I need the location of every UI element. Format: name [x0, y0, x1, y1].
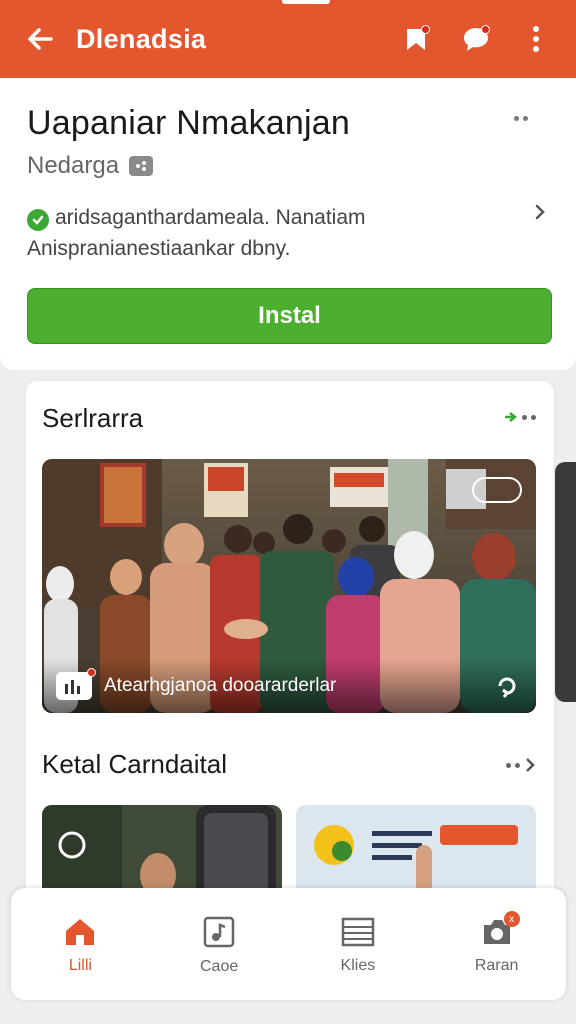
- rotate-icon[interactable]: [492, 671, 522, 701]
- photo-caption-text: Atearhgjanoa dooararderlar: [104, 675, 337, 696]
- bottom-navigation: Lilli Caoe Klies x Raran: [11, 888, 566, 1000]
- developer-row[interactable]: Nedarga: [27, 152, 154, 180]
- back-arrow-icon: [28, 28, 53, 50]
- app-bar-title: Dlenadsia: [76, 23, 207, 54]
- status-notch: [282, 0, 330, 4]
- content-card: Serlrarra Atearhgjanoa dooararderlar Ket…: [26, 381, 554, 941]
- nav-label: Raran: [474, 957, 519, 974]
- nav-item-home[interactable]: Lilli: [25, 917, 135, 975]
- notification-dot: [421, 25, 430, 34]
- screenshots-section-title: Serlrarra: [42, 403, 144, 433]
- nav-label: Klies: [340, 957, 376, 974]
- notification-dot: [481, 25, 490, 34]
- nav-label: Caoe: [200, 958, 239, 975]
- related-section-title: Ketal Carndaital: [42, 749, 227, 779]
- developer-badge-icon: [129, 156, 154, 176]
- install-button[interactable]: Instal: [27, 288, 552, 344]
- notification-dot: [87, 668, 96, 677]
- more-horizontal-icon: [514, 115, 519, 121]
- app-name: Uapaniar Nmakanjan: [27, 104, 350, 142]
- chat-button[interactable]: [456, 19, 496, 59]
- next-screenshot-peek[interactable]: [555, 462, 576, 702]
- more-horizontal-button[interactable]: [506, 108, 536, 128]
- verified-check-icon: [27, 209, 49, 231]
- home-icon: [66, 919, 95, 945]
- nav-item-list[interactable]: Klies: [303, 917, 413, 975]
- camera-badge: x: [503, 911, 520, 927]
- bookmark-button[interactable]: [396, 19, 436, 59]
- related-more-button[interactable]: [506, 757, 536, 773]
- nav-label: Lilli: [68, 957, 92, 974]
- app-header-card: Uapaniar Nmakanjan Nedarga aridsaganthar…: [0, 78, 576, 370]
- photo-caption-bar: Atearhgjanoa dooararderlar: [42, 659, 536, 713]
- nav-item-camera[interactable]: x Raran: [442, 911, 552, 975]
- nav-item-music[interactable]: Caoe: [164, 916, 274, 976]
- app-description: aridsaganthardameala. Nanatiam Anisprani…: [27, 206, 366, 260]
- arrow-right-icon: [505, 412, 518, 422]
- app-bar: Dlenadsia: [0, 0, 576, 78]
- screenshot-photo[interactable]: Atearhgjanoa dooararderlar: [42, 459, 536, 713]
- developer-name: Nedarga: [27, 152, 120, 179]
- photo-toggle[interactable]: [472, 477, 522, 503]
- music-note-icon: [203, 916, 235, 948]
- chart-icon[interactable]: [56, 668, 96, 700]
- chevron-right-icon: [526, 758, 535, 772]
- list-icon: [341, 917, 375, 947]
- screenshots-more-button[interactable]: [504, 411, 536, 423]
- back-button[interactable]: [20, 19, 60, 59]
- app-description-row[interactable]: aridsaganthardameala. Nanatiam Anisprani…: [27, 202, 527, 264]
- more-vertical-icon: [533, 26, 539, 52]
- more-options-button[interactable]: [516, 19, 556, 59]
- chevron-right-icon[interactable]: [530, 202, 550, 222]
